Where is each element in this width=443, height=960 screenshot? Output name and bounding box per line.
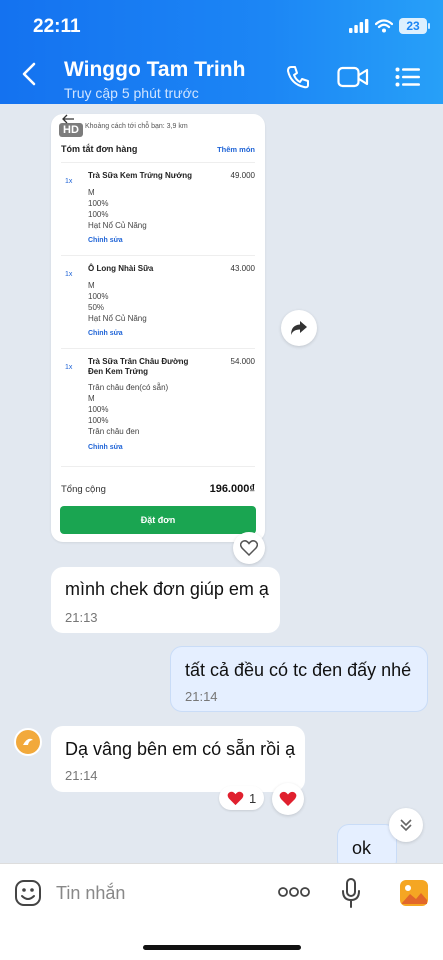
item-option: M [88,394,95,403]
last-seen-status: Truy cập 5 phút trước [64,85,199,101]
order-summary-title: Tóm tắt đơn hàng [61,144,138,154]
item-option: Trân châu đen [88,427,140,436]
item-name: Ô Long Nhài Sữa [88,264,154,273]
contact-avatar[interactable] [14,728,42,756]
more-options-icon[interactable] [278,886,310,898]
heart-outline-icon [240,540,258,556]
message-text: Dạ vâng bên em có sẵn rồi ạ [65,739,296,759]
react-heart-button[interactable] [272,783,304,815]
item-name: Trà Sữa Trân Châu Đường Đen Kem Trứng [88,357,189,376]
reaction-summary[interactable]: 1 [219,786,265,810]
item-name: Trà Sữa Kem Trứng Nướng [88,171,192,180]
message-text: tất cả đều có tc đen đấy nhé [185,660,412,680]
message-time: 21:14 [185,689,218,704]
double-chevron-down-icon [400,819,412,832]
item-option: 100% [88,416,109,425]
share-forward-button[interactable] [281,310,317,346]
item-price: 54.000 [230,357,255,366]
chat-header: 22:11 23 Winggo Tam Trinh Truy cập 5 phú… [0,0,443,104]
item-option: 100% [88,292,109,301]
forward-arrow-icon [291,321,307,335]
menu-list-icon[interactable] [395,67,421,87]
phone-call-icon[interactable] [285,64,311,90]
item-option: M [88,281,95,290]
item-qty: 1x [65,271,73,278]
total-label: Tổng cộng [61,484,106,495]
order-screenshot-image[interactable]: HD Khoảng cách tới chỗ bạn: 3,9 km Tóm t… [51,114,265,542]
item-qty: 1x [65,178,73,185]
item-option: 100% [88,199,109,208]
heart-filled-icon [227,791,244,805]
hd-badge: HD [59,123,83,137]
item-option: Hạt Nổ Củ Năng [88,221,147,230]
message-input[interactable]: Tin nhắn [56,883,125,904]
order-item: 1x Trà Sữa Trân Châu Đường Đen Kem Trứng… [61,348,255,466]
order-item: 1x Trà Sữa Kem Trứng Nướng 49.000 M 100%… [61,162,255,255]
message-text: ok [352,838,372,858]
message-time: 21:13 [65,610,98,625]
add-more-link: Thêm món [217,145,255,154]
battery-icon: 23 [399,18,430,34]
order-item: 1x Ô Long Nhài Sữa 43.000 M 100% 50% Hạt… [61,255,255,348]
total-value: 196.000₫ [209,483,255,495]
item-option: 100% [88,210,109,219]
place-order-button: Đặt đơn [60,506,256,534]
item-option: Trân châu đen(có sẵn) [88,383,169,392]
item-option: 50% [88,303,105,312]
item-qty: 1x [65,364,73,371]
divider [61,466,255,467]
status-icons: 23 [349,18,430,34]
microphone-icon[interactable] [341,877,361,909]
reaction-count: 1 [249,790,257,806]
distance-text: Khoảng cách tới chỗ bạn: 3,9 km [85,123,188,130]
message-text: mình chek đơn giúp em ạ [65,579,269,599]
gallery-image-icon[interactable] [399,879,429,907]
signal-icon [349,19,369,33]
like-reaction-button[interactable] [233,532,265,564]
video-call-icon[interactable] [337,66,369,88]
item-price: 43.000 [230,264,255,273]
item-option: M [88,188,95,197]
message-input-bar: Tin nhắn [0,863,443,960]
back-arrow-icon[interactable] [22,62,36,86]
winggo-logo-icon [23,738,33,745]
item-price: 49.000 [230,171,255,180]
status-time: 22:11 [33,16,81,37]
item-option: Hạt Nổ Củ Năng [88,314,147,323]
status-bar: 22:11 23 [0,14,443,40]
chat-title[interactable]: Winggo Tam Trinh [64,58,245,82]
home-indicator [143,945,301,950]
heart-filled-icon [279,791,297,806]
item-edit-link: Chỉnh sửa [88,237,123,244]
incoming-message[interactable]: mình chek đơn giúp em ạ 21:13 [51,567,280,633]
item-option: 100% [88,405,109,414]
incoming-message[interactable]: Dạ vâng bên em có sẵn rồi ạ 21:14 [51,726,305,792]
message-time: 21:14 [65,768,98,783]
scroll-to-bottom-button[interactable] [389,808,423,842]
outgoing-message[interactable]: tất cả đều có tc đen đấy nhé 21:14 [170,646,428,712]
wifi-icon [375,19,393,33]
item-edit-link: Chỉnh sửa [88,330,123,337]
emoji-sticker-icon[interactable] [14,879,42,907]
item-edit-link: Chỉnh sửa [88,444,123,451]
